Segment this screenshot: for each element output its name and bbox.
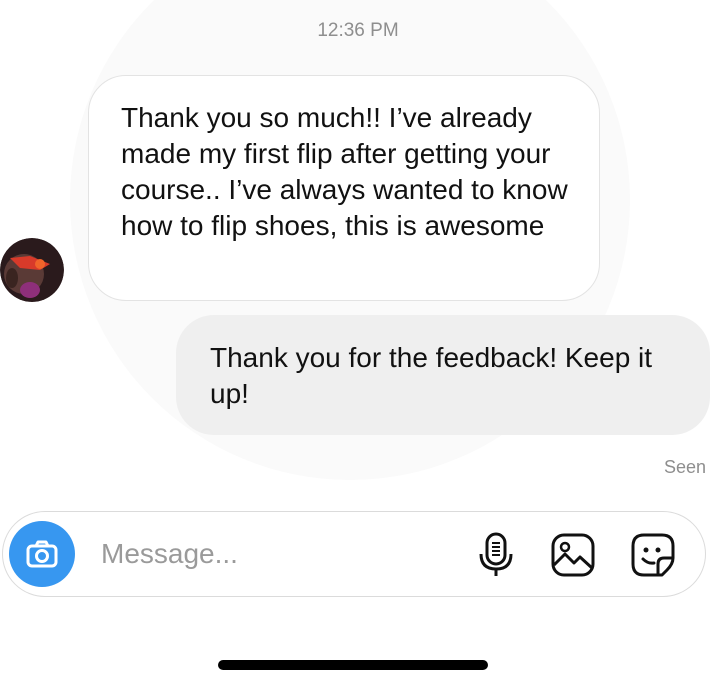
microphone-icon [479, 532, 513, 576]
sticker-icon [631, 533, 675, 577]
home-indicator[interactable] [218, 660, 488, 670]
outgoing-message-bubble[interactable]: Thank you for the feedback! Keep it up! [176, 315, 710, 435]
sender-avatar[interactable] [0, 238, 64, 302]
camera-icon [26, 540, 58, 568]
camera-button[interactable] [9, 521, 75, 587]
incoming-message-bubble[interactable]: Thank you so much!! I’ve already made my… [88, 75, 600, 301]
voice-message-button[interactable] [471, 530, 521, 580]
image-icon [551, 533, 595, 577]
sticker-button[interactable] [628, 530, 678, 580]
message-composer [2, 511, 706, 597]
gallery-button[interactable] [548, 530, 598, 580]
seen-indicator: Seen [663, 457, 706, 477]
message-timestamp: 12:36 PM [317, 20, 399, 41]
message-input[interactable] [101, 534, 441, 574]
